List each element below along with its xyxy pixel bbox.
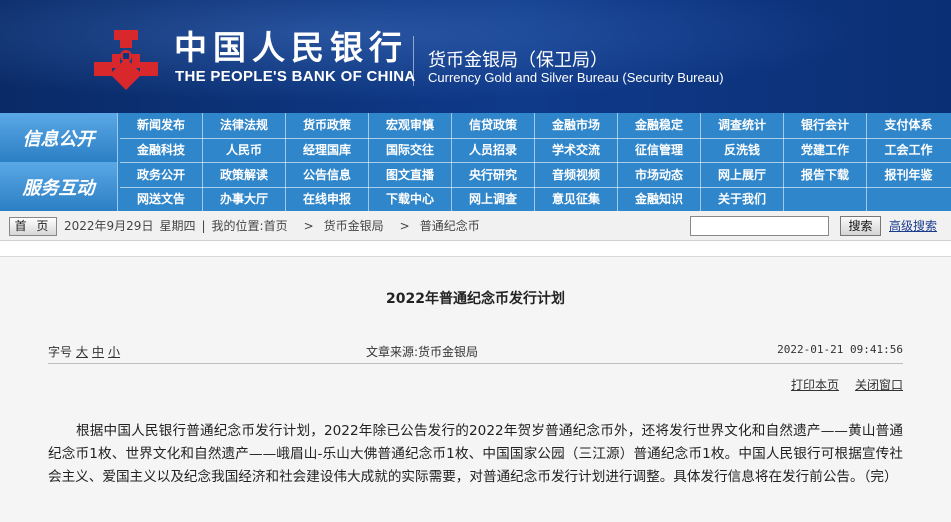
- nav-item[interactable]: 公告信息: [286, 162, 369, 187]
- bureau-name-cn: 货币金银局（保卫局）: [428, 50, 608, 71]
- nav-row-2: 金融科技 人民币 经理国库 国际交往 人员招录 学术交流 征信管理 反洗钱 党建…: [120, 138, 951, 163]
- breadcrumb-separator: >: [303, 219, 314, 233]
- pboc-emblem-icon[interactable]: [90, 26, 162, 92]
- nav-item[interactable]: 金融知识: [618, 187, 701, 212]
- nav-section-service: 服务互动: [0, 162, 118, 211]
- nav-item[interactable]: 征信管理: [618, 138, 701, 163]
- breadcrumb-bar: 首 页 2022年9月29日 星期四 | 我的位置:首页 > 货币金银局 > 普通纪念币 搜索…: [0, 211, 951, 241]
- font-size-selector: 字号大中小: [48, 343, 120, 360]
- nav-item[interactable]: 在线申报: [286, 187, 369, 212]
- nav-item[interactable]: 政务公开: [120, 162, 203, 187]
- breadcrumb-link-bureau[interactable]: 货币金银局: [324, 219, 384, 233]
- nav-item[interactable]: 支付体系: [867, 113, 950, 138]
- nav-item[interactable]: 报刊年鉴: [867, 163, 950, 188]
- site-header: 中国人民银行 THE PEOPLE'S BANK OF CHINA 货币金银局（…: [0, 0, 951, 113]
- nav-item[interactable]: 意见征集: [535, 187, 618, 212]
- breadcrumb-link-home[interactable]: 首页: [264, 219, 288, 233]
- advanced-search-link[interactable]: 高级搜索: [889, 211, 937, 241]
- article-datetime: 2022-01-21 09:41:56: [777, 343, 903, 356]
- nav-row-1: 新闻发布 法律法规 货币政策 宏观审慎 信贷政策 金融市场 金融稳定 调查统计 …: [120, 113, 951, 138]
- home-button[interactable]: 首 页: [9, 217, 57, 236]
- nav-item[interactable]: 银行会计: [784, 113, 867, 138]
- nav-item[interactable]: 网上展厅: [701, 162, 784, 187]
- nav-item[interactable]: 调查统计: [701, 113, 784, 138]
- font-size-small[interactable]: 小: [108, 345, 120, 359]
- nav-item[interactable]: 学术交流: [535, 138, 618, 163]
- nav-item[interactable]: 网上调查: [452, 187, 535, 212]
- nav-item[interactable]: 图文直播: [369, 162, 452, 187]
- nav-item[interactable]: 下载中心: [369, 187, 452, 212]
- nav-item[interactable]: 党建工作: [784, 138, 867, 163]
- nav-row-4: 网送文告 办事大厅 在线申报 下载中心 网上调查 意见征集 金融知识 关于我们: [120, 187, 951, 212]
- nav-item[interactable]: 国际交往: [369, 138, 452, 163]
- location-label: 我的位置:: [211, 219, 264, 233]
- nav-item: [867, 187, 950, 212]
- nav-item[interactable]: 人员招录: [452, 138, 535, 163]
- print-link[interactable]: 打印本页: [791, 378, 839, 392]
- bank-name-en: THE PEOPLE'S BANK OF CHINA: [175, 68, 416, 85]
- nav-item[interactable]: 经理国库: [286, 138, 369, 163]
- article-body: 根据中国人民银行普通纪念币发行计划，2022年除已公告发行的2022年贺岁普通纪…: [48, 423, 903, 485]
- nav-item[interactable]: 金融市场: [535, 113, 618, 138]
- nav-item[interactable]: 关于我们: [701, 187, 784, 212]
- bank-name-cn: 中国人民银行: [174, 28, 408, 67]
- nav-item[interactable]: 办事大厅: [203, 187, 286, 212]
- article-meta: 字号大中小 文章来源:货币金银局 2022-01-21 09:41:56: [48, 336, 903, 364]
- nav-item[interactable]: 金融稳定: [618, 113, 701, 138]
- nav-row-3: 政务公开 政策解读 公告信息 图文直播 央行研究 音频视频 市场动态 网上展厅 …: [120, 162, 951, 188]
- font-size-label: 字号: [48, 345, 73, 359]
- current-weekday: 星期四: [159, 219, 196, 233]
- article-title: 2022年普通纪念币发行计划: [386, 291, 565, 307]
- nav-section-info-public: 信息公开: [0, 113, 118, 162]
- nav-item[interactable]: 报告下载: [784, 162, 867, 187]
- current-date: 2022年9月29日: [64, 219, 154, 233]
- nav-item[interactable]: 音频视频: [535, 162, 618, 187]
- search-button[interactable]: 搜索: [840, 216, 881, 236]
- font-size-medium[interactable]: 中: [92, 345, 104, 359]
- bureau-name-en: Currency Gold and Silver Bureau (Securit…: [428, 70, 724, 85]
- nav-item: [784, 187, 867, 212]
- nav-item[interactable]: 网送文告: [120, 187, 203, 212]
- header-divider: [413, 36, 414, 86]
- breadcrumb-separator: >: [399, 219, 410, 233]
- font-size-large[interactable]: 大: [76, 345, 88, 359]
- nav-item[interactable]: 央行研究: [452, 162, 535, 187]
- nav-item[interactable]: 金融科技: [120, 138, 203, 163]
- nav-item[interactable]: 新闻发布: [120, 113, 203, 138]
- breadcrumb-pipe: |: [201, 219, 206, 233]
- main-nav: 信息公开 服务互动 新闻发布 法律法规 货币政策 宏观审慎 信贷政策 金融市场 …: [0, 113, 951, 212]
- close-window-link[interactable]: 关闭窗口: [855, 378, 903, 392]
- nav-item[interactable]: 信贷政策: [452, 113, 535, 138]
- nav-item[interactable]: 政策解读: [203, 162, 286, 187]
- article-source: 文章来源:货币金银局: [366, 345, 479, 359]
- nav-item[interactable]: 市场动态: [618, 162, 701, 187]
- nav-item[interactable]: 法律法规: [203, 113, 286, 138]
- search-input[interactable]: [690, 216, 829, 236]
- nav-item[interactable]: 宏观审慎: [369, 113, 452, 138]
- breadcrumb-link-coins[interactable]: 普通纪念币: [420, 219, 480, 233]
- nav-item[interactable]: 货币政策: [286, 113, 369, 138]
- nav-item[interactable]: 反洗钱: [701, 138, 784, 163]
- breadcrumb: 2022年9月29日 星期四 | 我的位置:首页 > 货币金银局 > 普通纪念币: [64, 211, 486, 241]
- article-actions: 打印本页 关闭窗口: [775, 376, 903, 393]
- nav-item[interactable]: 人民币: [203, 138, 286, 163]
- nav-item[interactable]: 工会工作: [867, 138, 950, 163]
